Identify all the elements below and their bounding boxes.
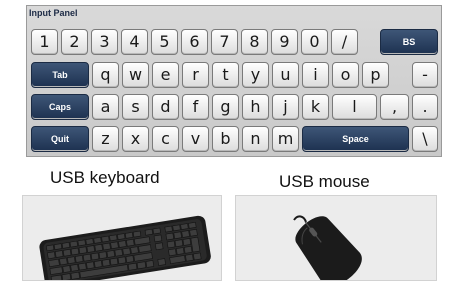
key-r[interactable]: r — [182, 62, 209, 88]
key-q[interactable]: q — [92, 62, 119, 88]
key-l[interactable]: l — [332, 94, 377, 120]
input-panel: Input Panel 1 2 3 4 5 6 7 8 9 0 / BS Tab… — [26, 5, 442, 157]
key-h[interactable]: h — [242, 94, 269, 120]
key-t[interactable]: t — [212, 62, 239, 88]
key-n[interactable]: n — [242, 126, 269, 152]
key-minus[interactable]: - — [412, 62, 438, 88]
mouse-photo — [235, 195, 437, 281]
key-slash[interactable]: / — [331, 29, 358, 55]
key-c[interactable]: c — [152, 126, 179, 152]
backspace-key[interactable]: BS — [380, 29, 438, 55]
key-9[interactable]: 9 — [271, 29, 298, 55]
key-4[interactable]: 4 — [121, 29, 148, 55]
key-8[interactable]: 8 — [241, 29, 268, 55]
key-e[interactable]: e — [152, 62, 179, 88]
tab-key[interactable]: Tab — [31, 62, 89, 88]
key-7[interactable]: 7 — [211, 29, 238, 55]
key-p[interactable]: p — [362, 62, 389, 88]
keyboard-caption: USB keyboard — [50, 168, 160, 187]
key-6[interactable]: 6 — [181, 29, 208, 55]
panel-title: Input Panel — [29, 8, 78, 18]
keyboard-photo — [22, 195, 222, 281]
key-v[interactable]: v — [182, 126, 209, 152]
key-0[interactable]: 0 — [301, 29, 328, 55]
key-3[interactable]: 3 — [91, 29, 118, 55]
key-f[interactable]: f — [182, 94, 209, 120]
key-g[interactable]: g — [212, 94, 239, 120]
key-1[interactable]: 1 — [31, 29, 58, 55]
key-comma[interactable]: , — [380, 94, 409, 120]
key-s[interactable]: s — [122, 94, 149, 120]
quit-key[interactable]: Quit — [31, 126, 89, 152]
key-backslash[interactable]: \ — [412, 126, 438, 152]
key-i[interactable]: i — [302, 62, 329, 88]
key-x[interactable]: x — [122, 126, 149, 152]
key-j[interactable]: j — [272, 94, 299, 120]
caps-key[interactable]: Caps — [31, 94, 89, 120]
key-y[interactable]: y — [242, 62, 269, 88]
key-k[interactable]: k — [302, 94, 329, 120]
mouse-image — [293, 215, 362, 280]
key-m[interactable]: m — [272, 126, 299, 152]
key-period[interactable]: . — [412, 94, 438, 120]
key-a[interactable]: a — [92, 94, 119, 120]
key-2[interactable]: 2 — [61, 29, 88, 55]
key-w[interactable]: w — [122, 62, 149, 88]
keyboard-image — [39, 215, 211, 280]
key-u[interactable]: u — [272, 62, 299, 88]
key-5[interactable]: 5 — [151, 29, 178, 55]
space-key[interactable]: Space — [302, 126, 409, 152]
key-d[interactable]: d — [152, 94, 179, 120]
key-b[interactable]: b — [212, 126, 239, 152]
key-o[interactable]: o — [332, 62, 359, 88]
mouse-caption: USB mouse — [279, 172, 370, 191]
key-z[interactable]: z — [92, 126, 119, 152]
